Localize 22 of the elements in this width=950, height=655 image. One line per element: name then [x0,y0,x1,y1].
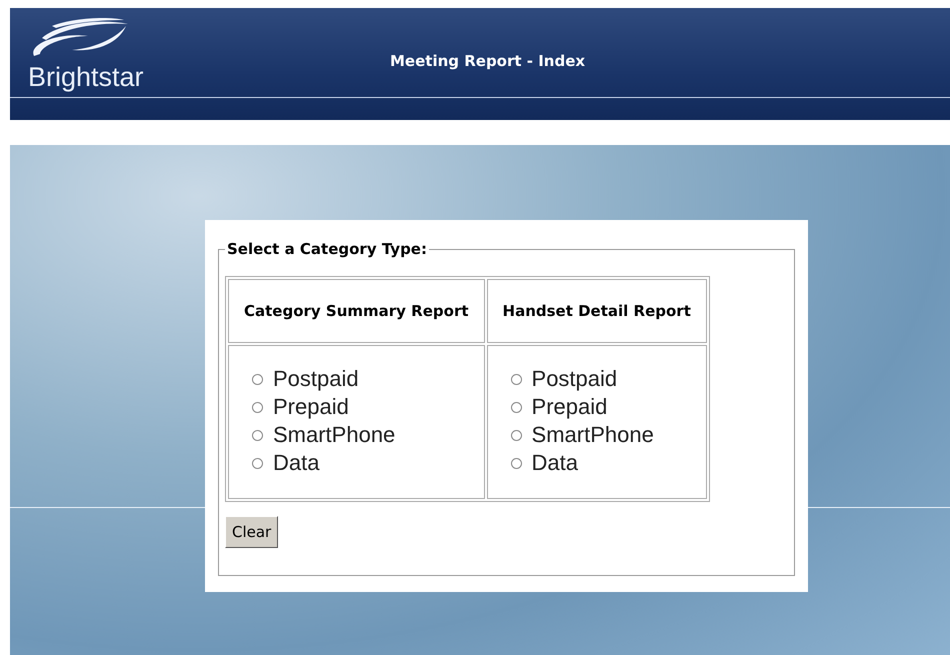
radio-button[interactable] [510,458,522,468]
page-title: Meeting Report - Index [390,52,586,72]
radio-label[interactable]: Prepaid [532,394,608,420]
radio-label[interactable]: Prepaid [273,394,349,420]
clear-button[interactable]: Clear [225,516,278,548]
radio-button[interactable] [252,402,263,412]
radio-label[interactable]: Postpaid [273,366,359,392]
radio-button[interactable] [510,430,522,440]
radio-button[interactable] [252,374,263,384]
logo-text: Brightstar [28,62,145,92]
table-header-cell: Category Summary Report [228,279,485,343]
radio-label[interactable]: Postpaid [532,366,618,392]
radio-button[interactable] [252,430,263,440]
fieldset-legend: Select a Category Type: [225,240,429,258]
table-header-cell: Handset Detail Report [486,279,707,343]
radio-label[interactable]: Data [273,450,320,476]
radio-button[interactable] [252,458,263,468]
radio-button[interactable] [510,374,522,384]
radio-label[interactable]: SmartPhone [532,422,654,448]
radio-button[interactable] [510,402,522,412]
radio-label[interactable]: SmartPhone [273,422,396,448]
radio-label[interactable]: Data [532,450,578,476]
